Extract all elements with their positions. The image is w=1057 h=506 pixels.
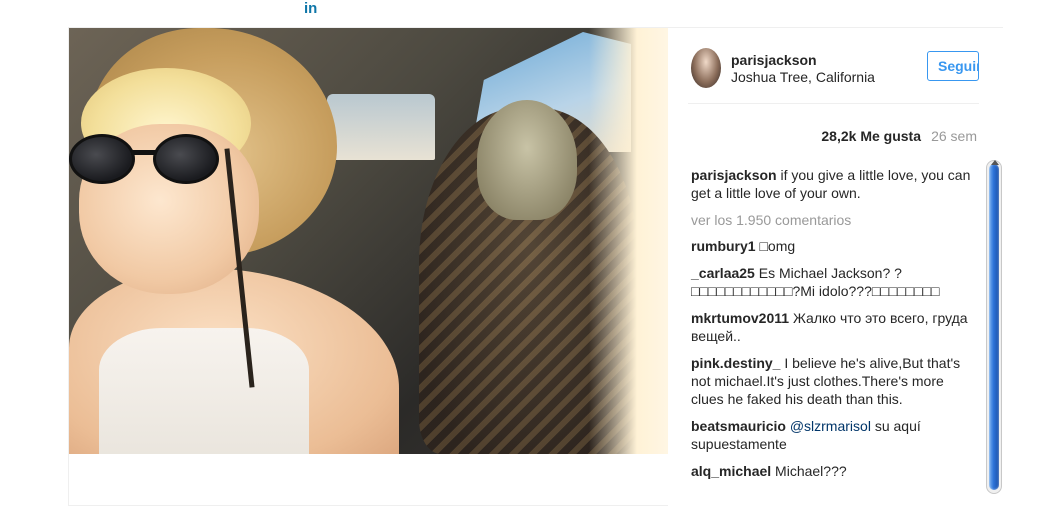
likes-count[interactable]: 28,2k Me gusta	[821, 128, 921, 144]
comment-username[interactable]: alq_michael	[691, 463, 771, 479]
comment-username[interactable]: pink.destiny_	[691, 355, 780, 371]
comment-username[interactable]: rumbury1	[691, 238, 756, 254]
comments-list: parisjackson if you give a little love, …	[691, 166, 976, 489]
list-item: pink.destiny_ I believe he's alive,But t…	[691, 354, 976, 408]
linkedin-icon[interactable]: in	[304, 0, 317, 17]
instagram-post: parisjackson Joshua Tree, California Seg…	[68, 27, 1004, 506]
comment-username[interactable]: beatsmauricio	[691, 418, 786, 434]
comments-scrollbar[interactable]	[986, 160, 1002, 494]
list-item: _carlaa25 Es Michael Jackson? ? □□□□□□□□…	[691, 264, 976, 300]
list-item: alq_michael Michael???	[691, 462, 976, 480]
list-item: mkrtumov2011 Жалко что это всего, груда …	[691, 309, 976, 345]
post-timestamp[interactable]: 26 sem	[931, 128, 977, 144]
car-window-left	[327, 94, 435, 160]
scroll-up-arrow-icon[interactable]	[991, 160, 999, 165]
list-item: rumbury1 □omg	[691, 237, 976, 255]
scrollbar-thumb[interactable]	[989, 164, 999, 490]
photo-light-glow	[589, 28, 668, 454]
post-stats: 28,2k Me gusta 26 sem	[688, 126, 979, 146]
comment-username[interactable]: mkrtumov2011	[691, 310, 789, 326]
list-item: beatsmauricio @slzrmarisol su aquí supue…	[691, 417, 976, 453]
view-all-comments-link[interactable]: ver los 1.950 comentarios	[691, 211, 976, 229]
photo-figure-head	[477, 100, 577, 220]
comment-username[interactable]: parisjackson	[691, 167, 777, 183]
post-header: parisjackson Joshua Tree, California Seg…	[688, 46, 979, 104]
photo-sunglasses	[69, 134, 237, 190]
avatar[interactable]	[691, 48, 721, 88]
photo-tank-top	[99, 328, 309, 454]
caption: parisjackson if you give a little love, …	[691, 166, 976, 202]
post-sidebar: parisjackson Joshua Tree, California Seg…	[668, 28, 1004, 506]
comment-text: Michael???	[771, 463, 847, 479]
post-username[interactable]: parisjackson	[731, 52, 817, 68]
comment-username[interactable]: _carlaa25	[691, 265, 755, 281]
follow-button[interactable]: Seguir	[927, 51, 979, 81]
post-location[interactable]: Joshua Tree, California	[731, 69, 875, 85]
post-photo[interactable]	[69, 28, 668, 454]
comment-mention[interactable]: @slzrmarisol	[786, 418, 871, 434]
comment-text: □omg	[755, 238, 796, 254]
